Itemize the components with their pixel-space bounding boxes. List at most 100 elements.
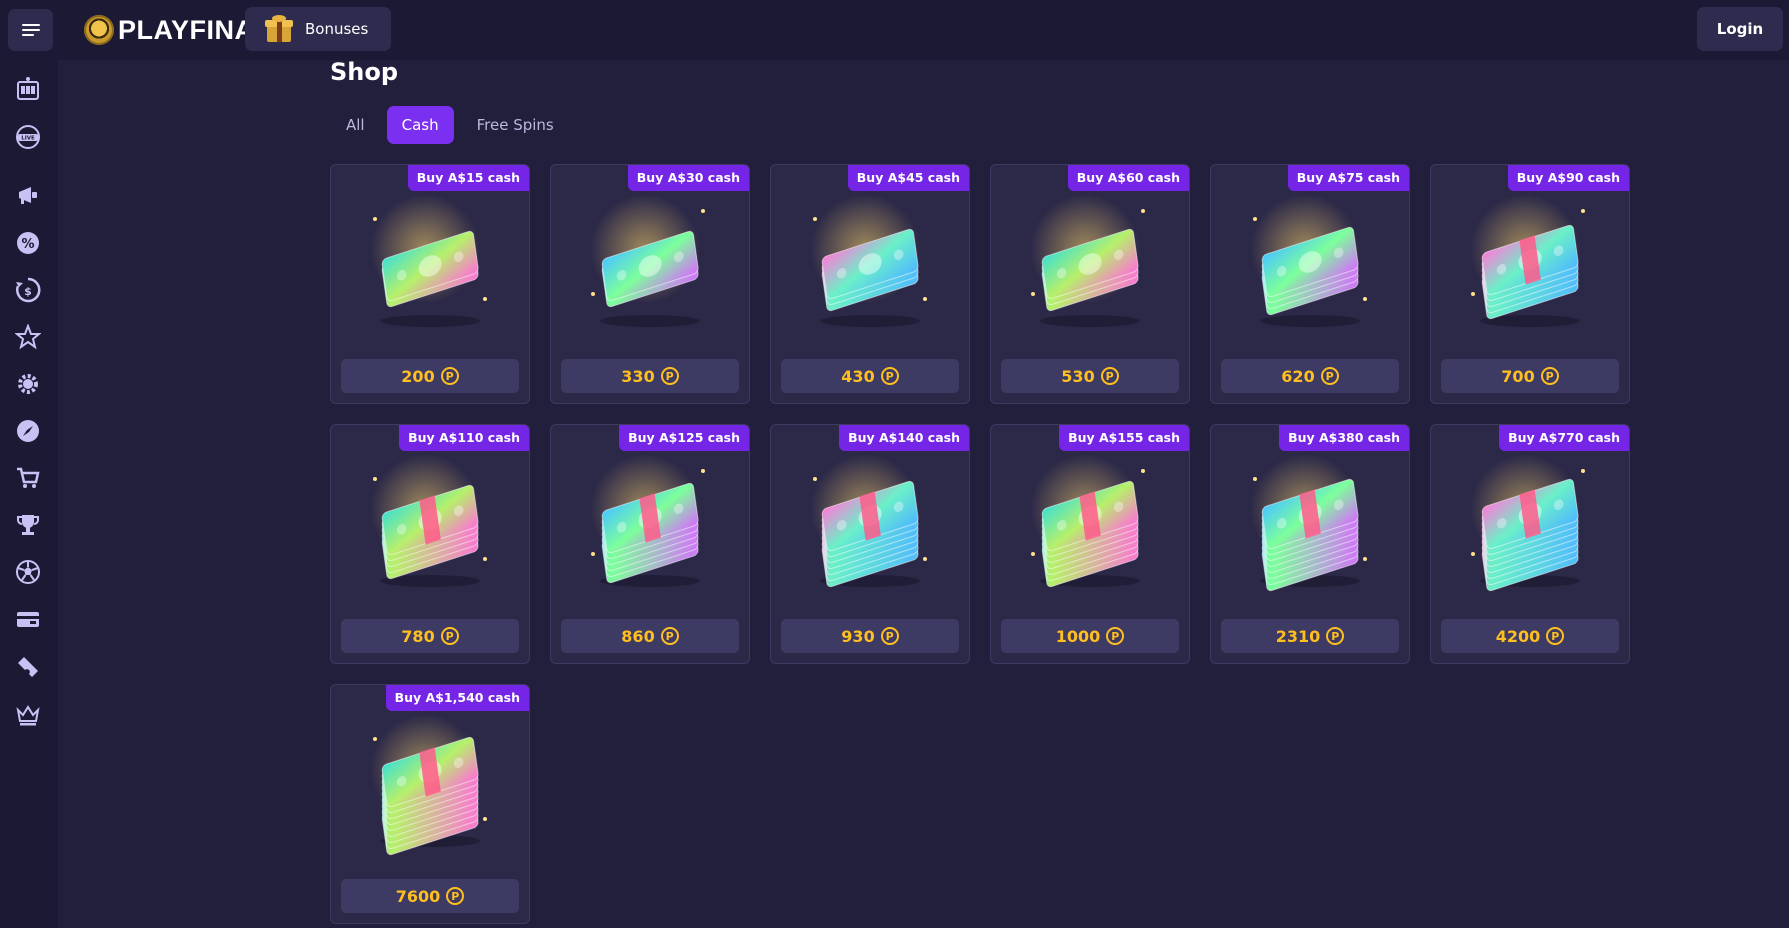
price-tag: 330 P [561,359,739,393]
price-tag: 430 P [781,359,959,393]
shop-tabs: All Cash Free Spins [330,106,569,144]
tab-all[interactable]: All [330,106,379,144]
shop-item-card[interactable]: Buy A$60 cash 530 P [990,164,1190,404]
price-value: 1000 [1055,626,1101,646]
wallet-icon[interactable] [13,604,43,634]
cashback-icon[interactable]: $ [13,275,43,305]
buy-badge: Buy A$125 cash [619,425,749,451]
points-coin-icon: P [440,627,459,645]
price-tag: 530 P [1001,359,1179,393]
cash-stack-image [355,709,505,859]
skull-logo-icon [84,15,114,45]
buy-badge: Buy A$110 cash [399,425,529,451]
tab-free-spins[interactable]: Free Spins [462,106,569,144]
price-value: 620 [1281,366,1315,386]
buy-badge: Buy A$770 cash [1499,425,1629,451]
shop-item-card[interactable]: Buy A$110 cash 780 P [330,424,530,664]
cash-stack-image [795,449,945,599]
shop-item-card[interactable]: Buy A$125 cash 860 P [550,424,750,664]
star-icon[interactable] [13,322,43,352]
percent-icon[interactable]: % [13,228,43,258]
cash-stack-image [575,189,725,339]
live-casino-icon[interactable]: LIVE [13,122,43,152]
svg-text:LIVE: LIVE [21,136,35,142]
price-tag: 1000 P [1001,619,1179,653]
points-coin-icon: P [446,887,465,905]
price-value: 700 [1501,366,1535,386]
top-bar: PLAYFINA Bonuses Login [0,0,1789,60]
compass-icon[interactable] [13,416,43,446]
crown-icon[interactable] [13,700,43,730]
shop-item-card[interactable]: Buy A$770 cash 4200 P [1430,424,1630,664]
price-tag: 200 P [341,359,519,393]
price-value: 4200 [1495,626,1541,646]
points-coin-icon: P [660,627,679,645]
settings-icon[interactable] [13,369,43,399]
tab-cash[interactable]: Cash [386,106,454,144]
sidebar: LIVE % $ [0,60,58,928]
price-tag: 2310 P [1221,619,1399,653]
price-value: 7600 [395,886,441,906]
buy-badge: Buy A$15 cash [407,165,529,191]
login-button[interactable]: Login [1697,7,1783,51]
svg-text:$: $ [24,285,32,298]
price-tag: 780 P [341,619,519,653]
trophy-icon[interactable] [13,510,43,540]
points-coin-icon: P [440,367,459,385]
cash-stack-image [1235,189,1385,339]
svg-text:%: % [21,237,34,252]
price-tag: 4200 P [1441,619,1619,653]
logo-text: PLAYFINA [118,14,255,45]
price-tag: 860 P [561,619,739,653]
buy-badge: Buy A$60 cash [1067,165,1189,191]
cash-stack-image [575,449,725,599]
shop-item-card[interactable]: Buy A$75 cash 620 P [1210,164,1410,404]
ticket-icon[interactable] [13,652,43,682]
shop-item-card[interactable]: Buy A$15 cash 200 P [330,164,530,404]
buy-badge: Buy A$140 cash [839,425,969,451]
bonuses-button[interactable]: Bonuses [245,7,391,51]
price-tag: 930 P [781,619,959,653]
cash-stack-image [795,189,945,339]
menu-button[interactable] [8,9,53,51]
buy-badge: Buy A$30 cash [627,165,749,191]
page-title: Shop [330,58,399,86]
price-value: 330 [621,366,655,386]
slots-icon[interactable] [13,74,43,104]
buy-badge: Buy A$155 cash [1059,425,1189,451]
cash-stack-image [355,189,505,339]
cash-stack-image [355,449,505,599]
megaphone-icon[interactable] [13,180,43,210]
buy-badge: Buy A$75 cash [1287,165,1409,191]
points-coin-icon: P [660,367,679,385]
cash-stack-image [1235,449,1385,599]
points-coin-icon: P [1546,627,1565,645]
points-coin-icon: P [880,627,899,645]
points-coin-icon: P [1100,367,1119,385]
shop-item-card[interactable]: Buy A$140 cash 930 P [770,424,970,664]
price-value: 780 [401,626,435,646]
buy-badge: Buy A$380 cash [1279,425,1409,451]
price-tag: 7600 P [341,879,519,913]
price-value: 530 [1061,366,1095,386]
price-value: 2310 [1275,626,1321,646]
bonuses-label: Bonuses [305,20,369,38]
buy-badge: Buy A$90 cash [1507,165,1629,191]
shop-item-card[interactable]: Buy A$155 cash 1000 P [990,424,1190,664]
sports-icon[interactable] [13,557,43,587]
cash-stack-image [1015,189,1165,339]
shop-item-card[interactable]: Buy A$1,540 cash 7600 P [330,684,530,924]
shop-item-card[interactable]: Buy A$90 cash 700 P [1430,164,1630,404]
hamburger-icon [21,21,40,39]
shop-item-card[interactable]: Buy A$45 cash 430 P [770,164,970,404]
cash-stack-image [1455,449,1605,599]
shop-item-card[interactable]: Buy A$380 cash 2310 P [1210,424,1410,664]
cash-stack-image [1455,189,1605,339]
points-coin-icon: P [1540,367,1559,385]
shop-item-card[interactable]: Buy A$30 cash 330 P [550,164,750,404]
logo[interactable]: PLAYFINA [84,14,255,46]
price-value: 200 [401,366,435,386]
price-value: 860 [621,626,655,646]
cart-icon[interactable] [13,463,43,493]
points-coin-icon: P [1326,627,1345,645]
